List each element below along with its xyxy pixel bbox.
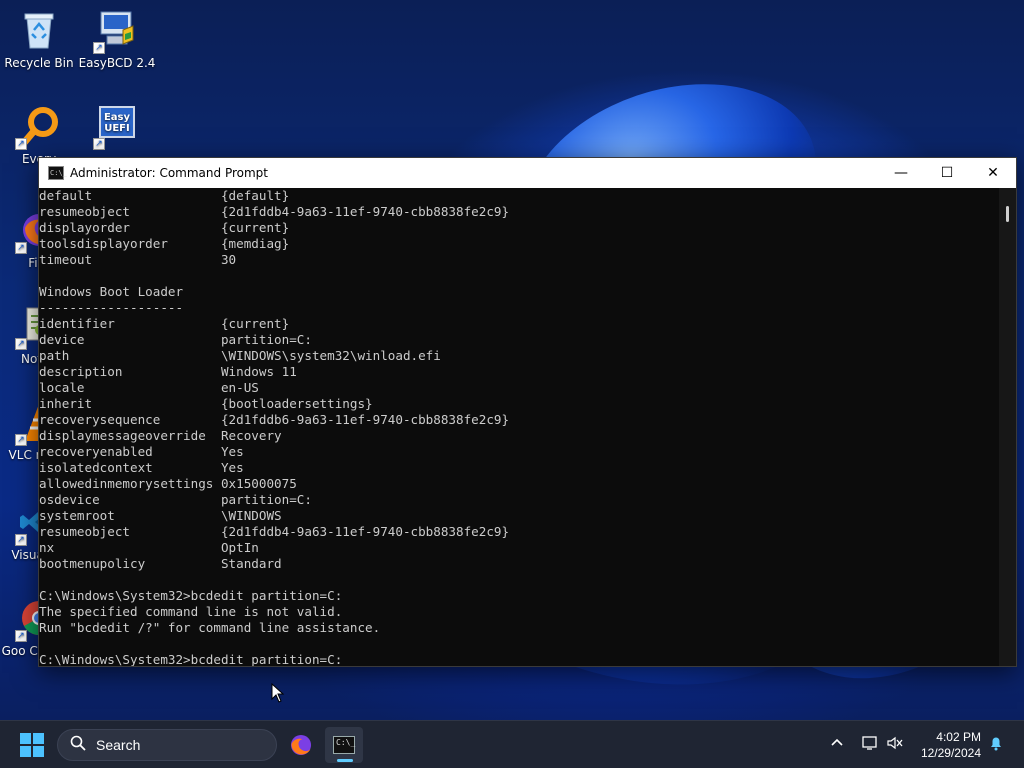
console-line: inherit {bootloadersettings} <box>39 396 373 411</box>
console-line: description Windows 11 <box>39 364 297 379</box>
taskbar-firefox[interactable] <box>282 727 320 763</box>
shortcut-arrow-icon: ↗ <box>15 630 27 642</box>
console-line: allowedinmemorysettings 0x15000075 <box>39 476 297 491</box>
everything-search-icon: ↗ <box>15 104 61 150</box>
desktop-icon-easyuefi[interactable]: Easy UEFI ↗ <box>78 104 156 152</box>
cmd-app-icon: C:\_ <box>333 736 355 754</box>
console-line: recoverysequence {2d1fddb6-9a63-11ef-974… <box>39 412 510 427</box>
console-line: default {default} <box>39 188 290 203</box>
window-title: Administrator: Command Prompt <box>70 166 268 180</box>
console-line: systemroot \WINDOWS <box>39 508 282 523</box>
taskbar-command-prompt[interactable]: C:\_ <box>325 727 363 763</box>
console-line: nx OptIn <box>39 540 259 555</box>
recycle-bin-icon <box>17 8 61 52</box>
console-line: bootmenupolicy Standard <box>39 556 282 571</box>
console-line: displaymessageoverride Recovery <box>39 428 282 443</box>
desktop-icon-recycle-bin[interactable]: Recycle Bin <box>0 8 78 70</box>
shortcut-arrow-icon: ↗ <box>15 534 27 546</box>
easyuefi-badge: Easy UEFI <box>99 106 135 138</box>
show-hidden-icons-chevron-icon[interactable] <box>830 735 844 753</box>
taskbar-search-box[interactable]: Search <box>57 729 277 761</box>
taskbar: Search C:\_ 4:02 PM 12/29/2024 <box>0 720 1024 768</box>
console-line: toolsdisplayorder {memdiag} <box>39 236 290 251</box>
console-line: path \WINDOWS\system32\winload.efi <box>39 348 441 363</box>
console-line: timeout 30 <box>39 252 237 267</box>
console-line: displayorder {current} <box>39 220 290 235</box>
console-line: resumeobject {2d1fddb4-9a63-11ef-9740-cb… <box>39 524 510 539</box>
console-line: Run "bcdedit /?" for command line assist… <box>39 620 381 635</box>
windows-logo-tile <box>33 746 44 757</box>
shortcut-arrow-icon: ↗ <box>93 138 105 150</box>
console-line: ------------------- <box>39 300 184 315</box>
console-scrollbar[interactable] <box>999 188 1016 666</box>
shortcut-arrow-icon: ↗ <box>15 338 27 350</box>
windows-logo-tile <box>20 746 31 757</box>
maximize-button[interactable]: ☐ <box>924 158 970 188</box>
console-line: recoveryenabled Yes <box>39 444 244 459</box>
search-label: Search <box>96 737 141 753</box>
console-line: The specified command line is not valid. <box>39 604 343 619</box>
console-line: C:\Windows\System32>bcdedit partition=C: <box>39 652 343 666</box>
console-line: locale en-US <box>39 380 259 395</box>
desktop-icon-label: EasyBCD 2.4 <box>78 56 156 70</box>
console-line: Windows Boot Loader <box>39 284 184 299</box>
search-icon <box>70 735 86 756</box>
console-line: device partition=C: <box>39 332 312 347</box>
console-output[interactable]: default {default} resumeobject {2d1fddb4-… <box>39 188 1001 666</box>
shortcut-arrow-icon: ↗ <box>93 42 105 54</box>
easybcd-icon: ↗ <box>93 8 139 54</box>
clock-date: 12/29/2024 <box>920 746 981 760</box>
shortcut-arrow-icon: ↗ <box>15 434 27 446</box>
scrollbar-thumb[interactable] <box>1006 206 1009 222</box>
firefox-icon <box>290 734 312 756</box>
window-titlebar[interactable]: C:\_ Administrator: Command Prompt — ☐ ✕ <box>39 158 1016 188</box>
console-line: isolatedcontext Yes <box>39 460 244 475</box>
network-icon[interactable] <box>861 735 879 755</box>
close-button[interactable]: ✕ <box>970 158 1016 188</box>
mouse-pointer-icon <box>271 683 285 703</box>
shortcut-arrow-icon: ↗ <box>15 138 27 150</box>
minimize-button[interactable]: — <box>878 158 924 188</box>
console-line: resumeobject {2d1fddb4-9a63-11ef-9740-cb… <box>39 204 510 219</box>
windows-logo-tile <box>33 733 44 744</box>
shortcut-arrow-icon: ↗ <box>15 242 27 254</box>
console-line: osdevice partition=C: <box>39 492 312 507</box>
start-button[interactable] <box>20 733 44 757</box>
easyuefi-icon: Easy UEFI ↗ <box>93 104 139 150</box>
desktop-icon-label: Recycle Bin <box>4 56 74 70</box>
command-prompt-window[interactable]: C:\_ Administrator: Command Prompt — ☐ ✕… <box>38 157 1017 667</box>
console-line: C:\Windows\System32>bcdedit partition=C: <box>39 588 343 603</box>
notifications-bell-icon[interactable] <box>988 735 1004 755</box>
cmd-app-icon: C:\_ <box>48 166 67 180</box>
windows-logo-tile <box>20 733 31 744</box>
taskbar-clock[interactable]: 4:02 PM 12/29/2024 <box>921 729 981 761</box>
console-line: identifier {current} <box>39 316 290 331</box>
volume-muted-icon[interactable] <box>886 735 904 755</box>
active-app-indicator <box>337 759 353 762</box>
desktop-icon-easybcd[interactable]: ↗ EasyBCD 2.4 <box>78 8 156 70</box>
clock-time: 4:02 PM <box>936 730 981 744</box>
